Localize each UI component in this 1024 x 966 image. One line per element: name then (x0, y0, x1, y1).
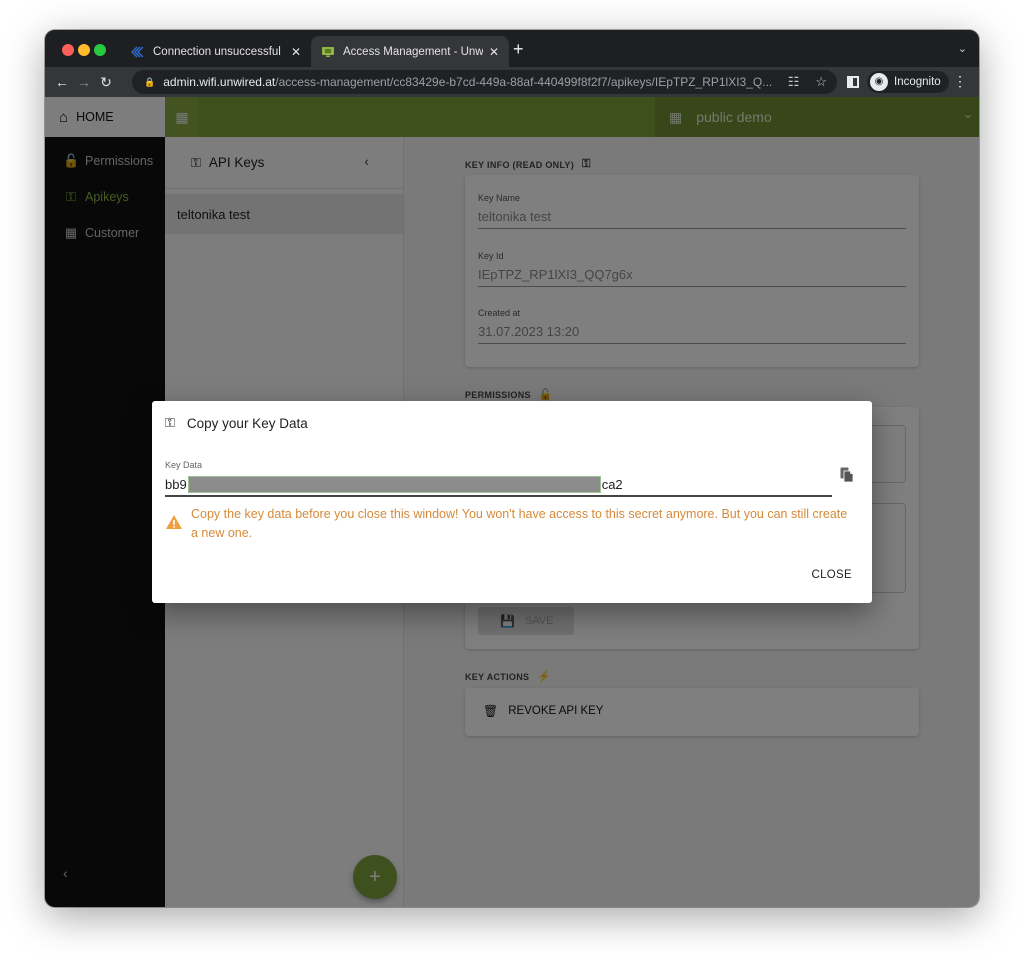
browser-window: Connection unsuccessful ✕ Access Managem… (45, 30, 979, 907)
key-data-label: Key Data (165, 460, 203, 470)
bookmark-star-icon[interactable]: ☆ (815, 74, 827, 90)
tab-title: Connection unsuccessful (153, 45, 281, 58)
side-panel-icon[interactable] (847, 76, 859, 88)
monitor-icon (322, 46, 334, 57)
copy-key-dialog: ⚿ Copy your Key Data Key Data bb9 ca2 Co… (152, 401, 872, 603)
incognito-label: Incognito (894, 76, 941, 88)
key-data-suffix: ca2 (601, 476, 623, 492)
address-bar[interactable]: 🔒 admin.wifi.unwired.at /access-manageme… (132, 70, 837, 94)
tab-strip: Connection unsuccessful ✕ Access Managem… (45, 30, 979, 67)
window-close-button[interactable] (62, 44, 74, 56)
tab-search-chevron-icon[interactable]: ⌄ (958, 42, 967, 55)
url-path: /access-management/cc83429e-b7cd-449a-88… (275, 75, 773, 89)
key-data-prefix: bb9 (165, 476, 187, 492)
close-button[interactable]: CLOSE (812, 569, 853, 581)
window-maximize-button[interactable] (94, 44, 106, 56)
browser-menu-icon[interactable]: ⋮ (953, 73, 967, 90)
warning-triangle-icon (166, 515, 182, 529)
window-minimize-button[interactable] (78, 44, 90, 56)
browser-toolbar: ← → ↻ 🔒 admin.wifi.unwired.at /access-ma… (45, 67, 979, 97)
key-icon: ⚿ (165, 415, 175, 430)
tab-connection-unsuccessful[interactable]: Connection unsuccessful ✕ (121, 36, 311, 67)
tab-close-icon[interactable]: ✕ (489, 45, 499, 59)
warning-text: Copy the key data before you close this … (191, 507, 848, 540)
dialog-title: ⚿ Copy your Key Data (165, 415, 308, 431)
back-button[interactable]: ← (51, 74, 73, 90)
incognito-profile-button[interactable]: ◉ Incognito (867, 71, 949, 93)
new-tab-button[interactable]: + (513, 39, 524, 60)
unwired-logo-icon (131, 46, 144, 57)
page-viewport: ⌂ HOME ▦ ▦ public demo ⌄ 🔓 Permissions ⚿… (45, 97, 979, 907)
redacted-key-data (187, 475, 601, 493)
reload-button[interactable]: ↻ (95, 74, 117, 91)
forward-button[interactable]: → (73, 74, 95, 90)
url-host: admin.wifi.unwired.at (163, 75, 276, 89)
tab-close-icon[interactable]: ✕ (291, 45, 301, 59)
key-data-field[interactable]: bb9 ca2 (165, 473, 832, 497)
tab-access-management[interactable]: Access Management - Unwired ✕ (311, 36, 509, 67)
tab-title: Access Management - Unwired (343, 45, 483, 58)
incognito-icon: ◉ (870, 73, 888, 91)
translate-icon[interactable]: ☷ (788, 74, 800, 90)
copy-icon[interactable] (840, 467, 854, 483)
lock-icon: 🔒 (144, 76, 156, 87)
warning-message: Copy the key data before you close this … (165, 505, 855, 543)
